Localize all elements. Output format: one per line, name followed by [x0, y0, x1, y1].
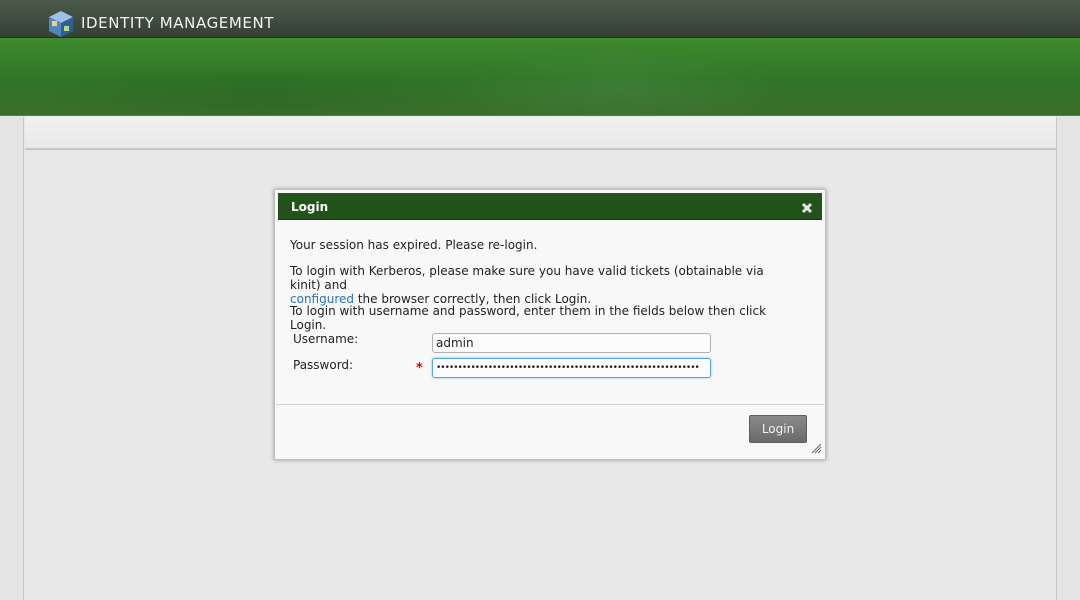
password-field[interactable] [432, 358, 711, 378]
close-icon[interactable] [800, 201, 814, 215]
login-dialog: Login Your session has expired. Please r… [274, 189, 826, 460]
top-header-bar: IDENTITY MANAGEMENT [0, 0, 1080, 38]
username-field[interactable] [432, 333, 711, 353]
login-button[interactable]: Login [749, 415, 807, 443]
app-brand-title: IDENTITY MANAGEMENT [81, 14, 275, 32]
kerberos-text-prefix: To login with Kerberos, please make sure… [290, 264, 764, 292]
userpass-message: To login with username and password, ent… [290, 304, 767, 332]
password-label: Password: [293, 358, 354, 372]
dialog-footer-divider [276, 404, 824, 405]
dialog-title: Login [291, 200, 329, 214]
session-expired-message: Your session has expired. Please re-logi… [290, 238, 538, 252]
username-label: Username: [293, 332, 359, 346]
resize-grip-icon[interactable] [810, 442, 822, 454]
kerberos-message: To login with Kerberos, please make sure… [290, 264, 790, 306]
green-banner [0, 38, 1080, 116]
content-toolbar [25, 117, 1056, 150]
left-gutter [0, 117, 24, 600]
right-gutter [1056, 117, 1080, 600]
cube-logo-icon [49, 11, 73, 37]
dialog-titlebar[interactable]: Login [278, 193, 822, 220]
required-marker: * [416, 361, 423, 376]
